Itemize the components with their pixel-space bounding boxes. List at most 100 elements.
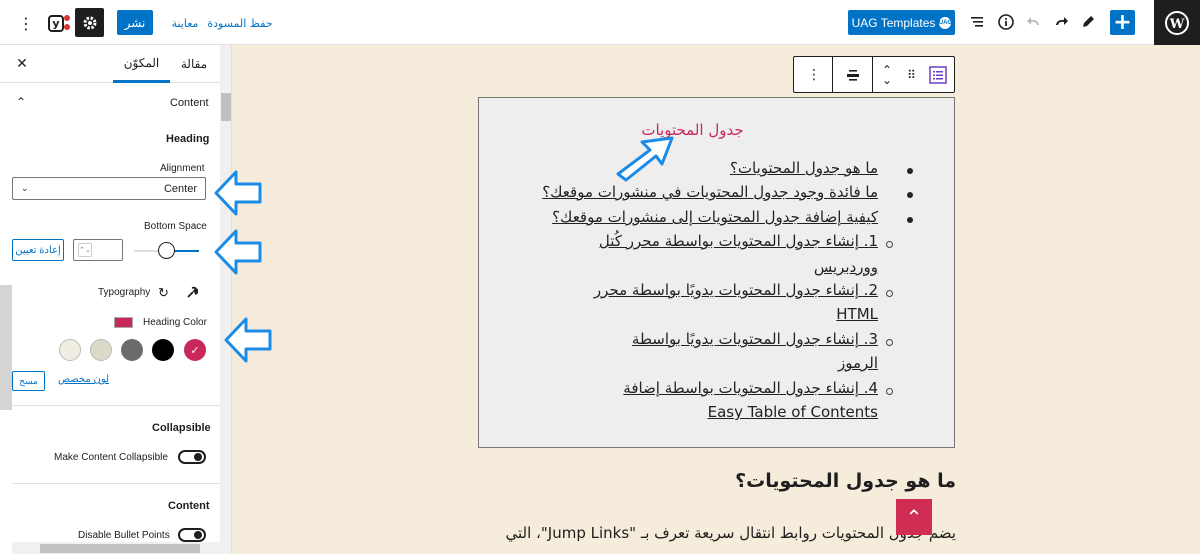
table-of-contents-icon bbox=[929, 65, 947, 84]
close-sidebar-button[interactable]: ✕ bbox=[14, 55, 30, 71]
move-buttons[interactable]: ⌃ ⌄ bbox=[874, 57, 900, 92]
pencil-icon bbox=[1083, 16, 1094, 27]
reset-button[interactable]: إعادة تعيين bbox=[12, 239, 64, 261]
alignment-select[interactable]: ⌄ Center bbox=[12, 177, 206, 200]
toc-sublink-cont[interactable]: الرموز bbox=[838, 354, 878, 372]
annotation-arrow-icon bbox=[214, 170, 262, 216]
color-swatch[interactable] bbox=[152, 339, 174, 361]
toc-sublink-cont[interactable]: HTML bbox=[836, 305, 878, 323]
heading-color-indicator[interactable] bbox=[114, 317, 133, 328]
redo-button[interactable] bbox=[1050, 11, 1072, 33]
add-block-button[interactable]: + bbox=[1110, 10, 1135, 35]
align-button[interactable] bbox=[834, 57, 872, 92]
sidebar-scrollbar[interactable] bbox=[220, 45, 231, 554]
yoast-seo-button[interactable]: y bbox=[44, 12, 70, 34]
post-paragraph[interactable]: يضم جدول المحتويات روابط انتقال سريعة تع… bbox=[478, 520, 957, 546]
redo-icon bbox=[1056, 17, 1068, 25]
sub-bullet bbox=[886, 339, 893, 346]
sub-bullet bbox=[886, 290, 893, 297]
bottom-space-input[interactable]: ⌃⌄ bbox=[73, 239, 123, 261]
collapsible-section-title: Collapsible bbox=[152, 422, 211, 434]
list-view-button[interactable] bbox=[966, 11, 988, 33]
save-draft-button[interactable]: حفظ المسودة bbox=[205, 14, 275, 32]
toc-sublink[interactable]: 1. إنشاء جدول المحتويات بواسطة محرر كُتل bbox=[599, 232, 878, 250]
toc-title[interactable]: جدول المحتويات bbox=[479, 121, 956, 139]
post-heading[interactable]: ما هو جدول المحتويات؟ bbox=[700, 470, 956, 492]
yoast-status-dot bbox=[64, 15, 70, 21]
toc-sublink-cont[interactable]: ووردبريس bbox=[814, 258, 878, 276]
wordpress-logo-button[interactable]: W bbox=[1154, 0, 1200, 45]
toolbar-separator bbox=[832, 57, 833, 92]
check-icon: ✓ bbox=[190, 344, 200, 357]
info-icon bbox=[998, 14, 1014, 30]
tab-post[interactable]: مقالة bbox=[170, 45, 218, 83]
sub-bullet bbox=[886, 388, 893, 395]
uag-templates-label: UAG Templates bbox=[851, 15, 936, 30]
disable-bullets-label: Disable Bullet Points bbox=[78, 530, 170, 541]
sidebar-horizontal-scrollbar-thumb[interactable] bbox=[40, 544, 200, 553]
bottom-space-slider-handle[interactable] bbox=[158, 242, 175, 259]
wrench-icon[interactable] bbox=[186, 285, 199, 303]
svg-text:W: W bbox=[1169, 17, 1185, 32]
heading-color-label: Heading Color bbox=[143, 317, 207, 328]
uag-templates-button[interactable]: UAG Templates UAG bbox=[848, 10, 955, 35]
spinner-icon[interactable]: ⌃⌄ bbox=[78, 243, 92, 257]
edit-tool-button[interactable] bbox=[1077, 11, 1099, 33]
preview-button[interactable]: معاينة bbox=[162, 14, 208, 32]
alignment-value: Center bbox=[163, 182, 197, 195]
undo-button[interactable] bbox=[1023, 11, 1045, 33]
color-swatch-selected[interactable]: ✓ bbox=[184, 339, 206, 361]
details-button[interactable] bbox=[995, 11, 1017, 33]
sidebar-scrollbar-thumb[interactable] bbox=[221, 93, 231, 121]
clear-color-button[interactable]: مسح bbox=[12, 371, 45, 391]
make-collapsible-label: Make Content Collapsible bbox=[54, 452, 168, 463]
wordpress-icon: W bbox=[1165, 10, 1189, 35]
block-options-button[interactable]: ⋮ bbox=[798, 57, 830, 92]
color-swatch[interactable] bbox=[121, 339, 143, 361]
list-view-icon bbox=[971, 17, 983, 27]
alignment-label: Alignment bbox=[160, 163, 205, 174]
toc-link[interactable]: ما فائدة وجود جدول المحتويات في منشورات … bbox=[542, 183, 878, 201]
toc-sublink[interactable]: 3. إنشاء جدول المحتويات يدويًا بواسطة bbox=[632, 330, 878, 348]
table-of-contents-block[interactable]: جدول المحتويات ما هو جدول المحتويات؟ ما … bbox=[478, 97, 955, 448]
block-type-button[interactable] bbox=[922, 57, 954, 92]
chevron-up-icon[interactable]: ⌃ bbox=[16, 95, 26, 109]
bottom-space-label: Bottom Space bbox=[144, 221, 207, 232]
toc-link[interactable]: كيفية إضافة جدول المحتويات إلى منشورات م… bbox=[552, 208, 878, 226]
content-section-title: Content bbox=[168, 500, 210, 512]
color-swatch[interactable] bbox=[90, 339, 112, 361]
yoast-status-dot bbox=[64, 24, 70, 30]
bullet bbox=[907, 168, 913, 174]
chevron-down-icon[interactable]: ⌄ bbox=[882, 74, 892, 86]
publish-button[interactable]: نشر bbox=[117, 10, 153, 35]
close-icon: ✕ bbox=[16, 54, 28, 71]
gear-icon bbox=[83, 16, 96, 29]
block-toolbar: ⠿ ⌃ ⌄ ⋮ bbox=[793, 56, 955, 93]
color-swatch[interactable] bbox=[59, 339, 81, 361]
undo-icon bbox=[1027, 17, 1039, 25]
options-menu-button[interactable]: ⋮ bbox=[16, 12, 36, 34]
plus-icon: + bbox=[1113, 9, 1132, 35]
settings-button[interactable] bbox=[75, 8, 104, 37]
chevron-up-icon: ⌃ bbox=[905, 505, 923, 529]
sidebar-left-scrollbar[interactable] bbox=[0, 285, 12, 410]
divider bbox=[12, 405, 220, 406]
toc-sublink-cont[interactable]: Easy Table of Contents bbox=[708, 403, 878, 421]
divider bbox=[12, 483, 220, 484]
toc-sublink[interactable]: 2. إنشاء جدول المحتويات يدويًا بواسطة مح… bbox=[594, 281, 878, 299]
uag-badge-icon: UAG bbox=[939, 16, 952, 29]
scroll-to-top-button[interactable]: ⌃ bbox=[896, 499, 932, 535]
toc-link[interactable]: ما هو جدول المحتويات؟ bbox=[730, 159, 878, 177]
settings-sidebar: مقالة المكوّن ✕ Content ⌃ Heading Alignm… bbox=[0, 45, 232, 554]
annotation-arrow-icon bbox=[214, 229, 262, 275]
reset-typography-icon[interactable]: ↻ bbox=[158, 285, 169, 301]
drag-handle[interactable]: ⠿ bbox=[900, 57, 922, 92]
make-collapsible-toggle[interactable] bbox=[178, 450, 206, 464]
heading-section-title: Heading bbox=[166, 133, 210, 145]
custom-color-link[interactable]: لون مخصص bbox=[58, 374, 109, 385]
tab-block[interactable]: المكوّن bbox=[113, 45, 170, 83]
toc-sublink[interactable]: 4. إنشاء جدول المحتويات بواسطة إضافة bbox=[623, 379, 878, 397]
kebab-icon: ⋮ bbox=[18, 13, 34, 33]
disable-bullets-toggle[interactable] bbox=[178, 528, 206, 542]
content-panel-title[interactable]: Content bbox=[170, 97, 209, 109]
